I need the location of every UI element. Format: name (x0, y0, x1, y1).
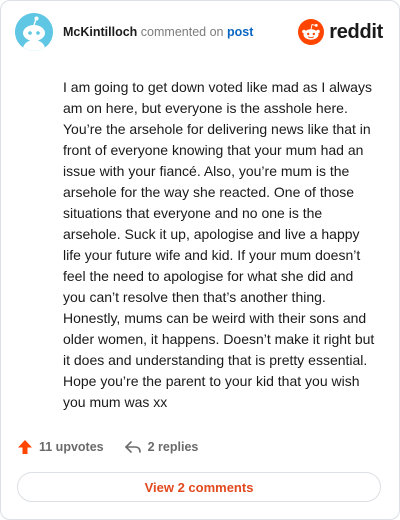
reply-arrow-icon (124, 441, 141, 453)
upvote-arrow-icon (18, 440, 32, 454)
snoo-avatar-icon (15, 13, 53, 51)
author-name[interactable]: McKintilloch (63, 25, 137, 39)
post-link[interactable]: post (227, 25, 253, 39)
comment-body: I am going to get down voted like mad as… (63, 79, 375, 410)
comment-card: McKintilloch commented on post reddit I … (0, 0, 400, 520)
user-avatar[interactable] (15, 13, 53, 51)
comment-header: McKintilloch commented on post reddit (15, 13, 383, 53)
reddit-wordmark: reddit (329, 20, 383, 43)
view-comments-button[interactable]: View 2 comments (17, 472, 381, 502)
replies-button[interactable]: 2 replies (124, 439, 199, 455)
comment-actions: 11 upvotes 2 replies (17, 439, 198, 455)
replies-count: 2 replies (147, 440, 199, 454)
upvote-count: 11 upvotes (39, 440, 104, 454)
upvote-button[interactable]: 11 upvotes (17, 439, 104, 455)
action-text: commented on (140, 25, 224, 39)
comment-meta: McKintilloch commented on post (63, 25, 253, 39)
reddit-snoo-icon (298, 19, 325, 45)
reddit-logo[interactable]: reddit (298, 19, 383, 45)
